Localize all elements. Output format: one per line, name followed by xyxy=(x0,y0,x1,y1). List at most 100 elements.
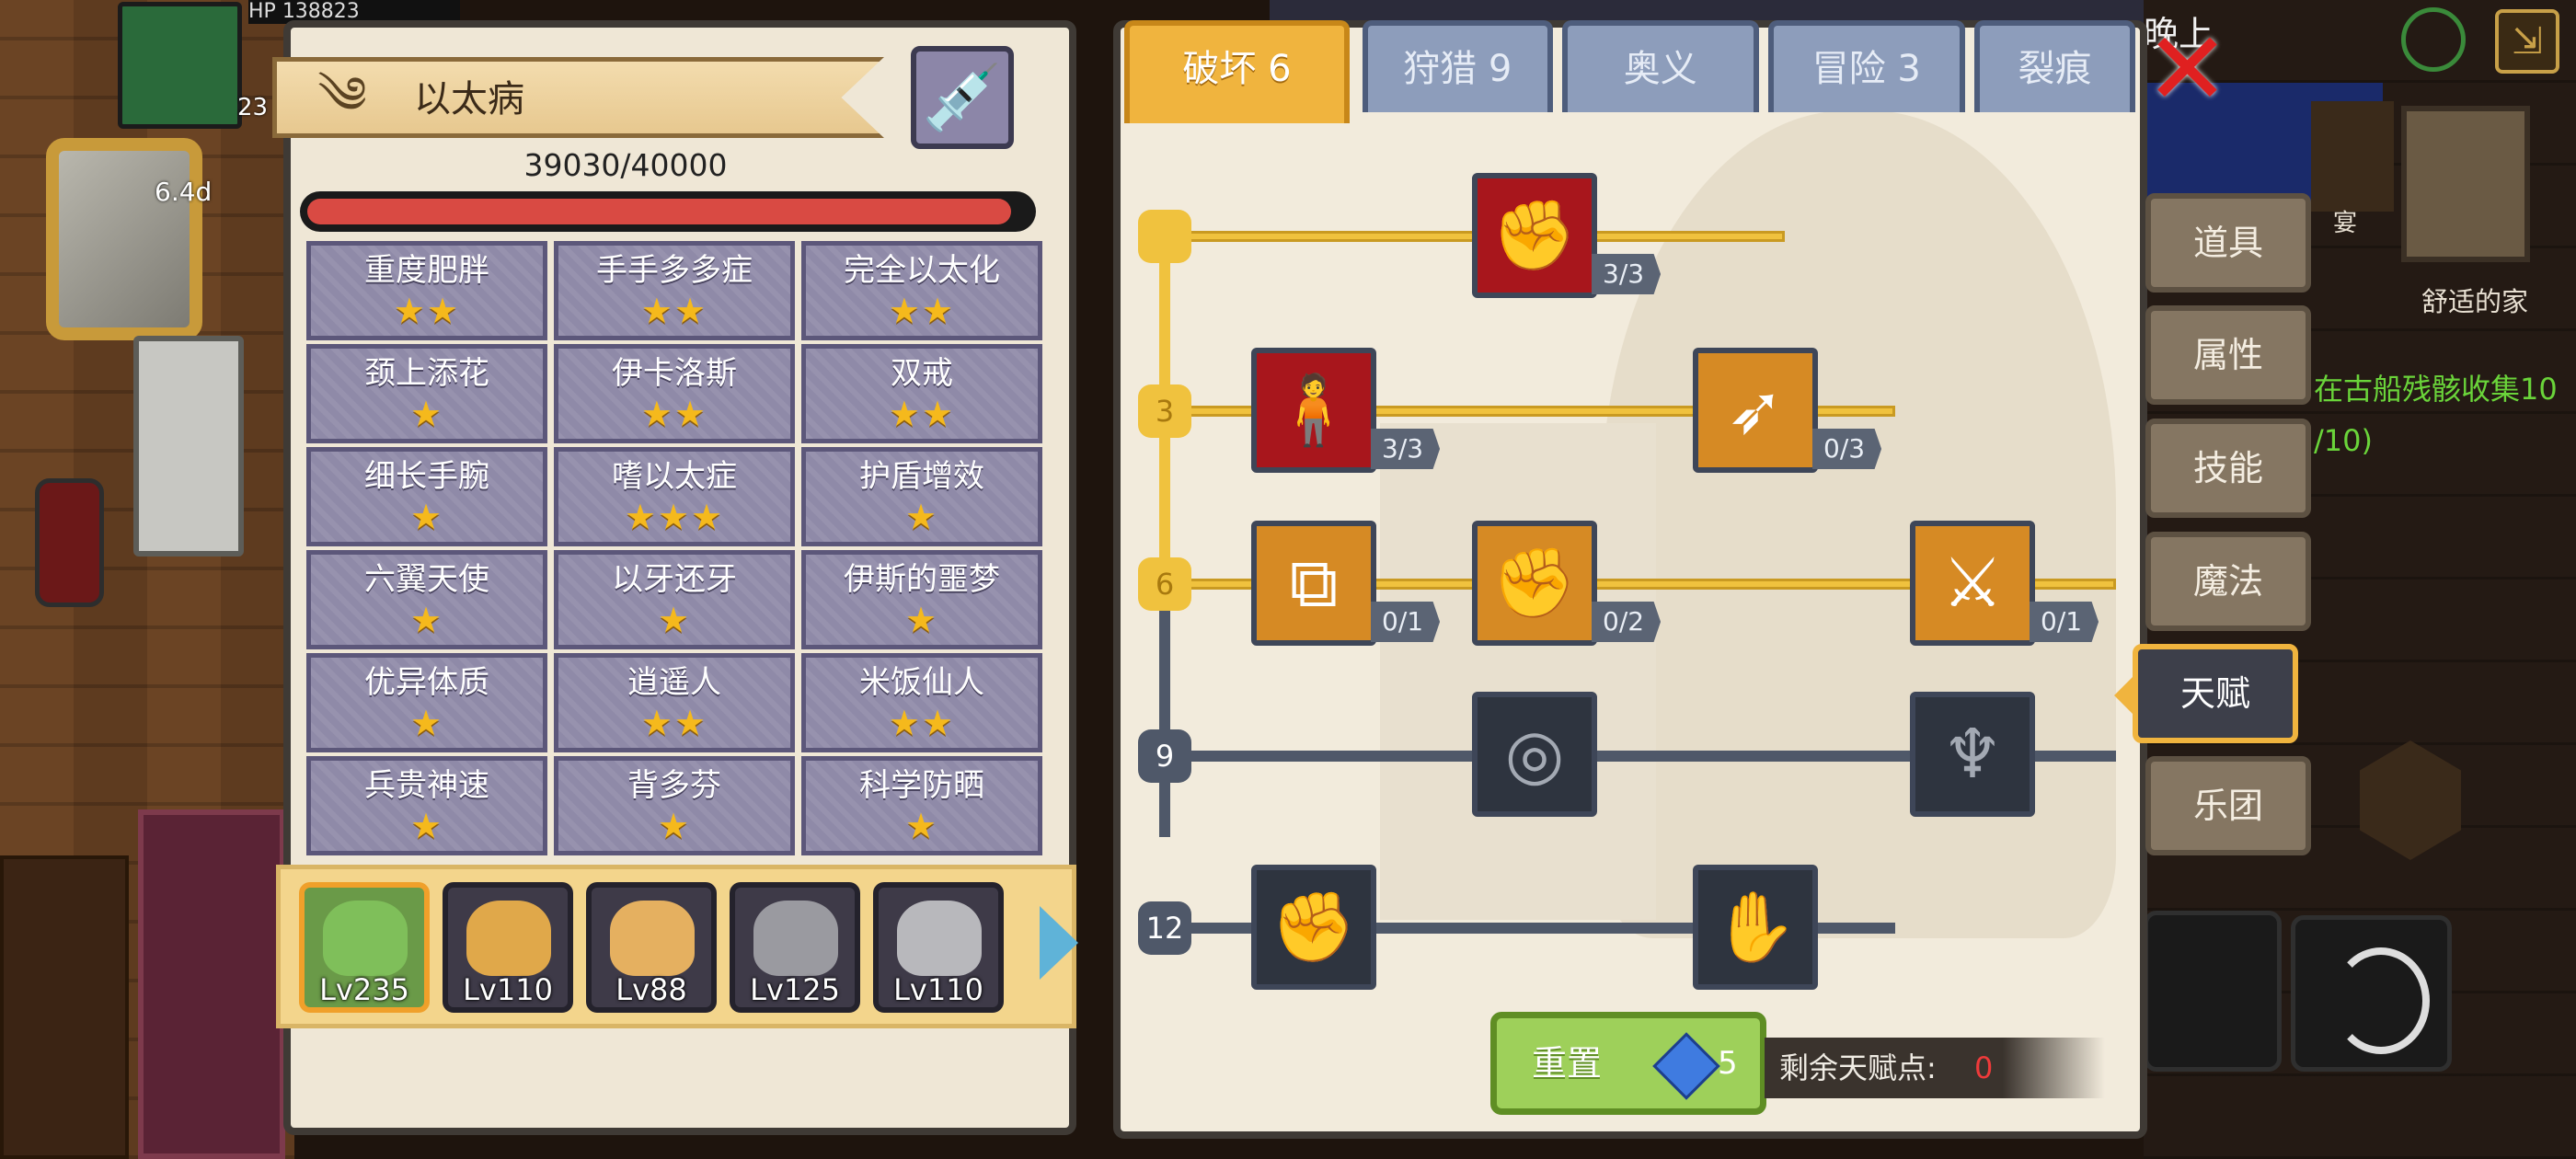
ripple-icon: ◎ xyxy=(1504,715,1565,794)
disease-title: 以太病 xyxy=(414,78,524,120)
talent-bat-wing[interactable]: ♆ xyxy=(1910,692,2035,817)
diamond-icon xyxy=(1652,1032,1720,1100)
bow-skill-button[interactable] xyxy=(2291,915,2452,1072)
tier-node-9: 9 xyxy=(1138,729,1191,783)
hero-level: Lv110 xyxy=(463,972,553,1007)
globe-icon[interactable] xyxy=(2401,7,2466,72)
talent-punch[interactable]: ✊ xyxy=(1472,521,1597,646)
syringe-button[interactable]: 💉 xyxy=(911,46,1014,149)
trait-card[interactable]: 嗜以太症 ★★★ xyxy=(554,447,795,546)
talent-tree: 3 6 9 12 ✊ 3/3 🧍 3/3 ➶ 0/3 ⧉ 0/1 ✊ 0/2 ⚔… xyxy=(1121,138,2144,1021)
reset-cost: 5 xyxy=(1718,1045,1738,1082)
talent-hand-grab[interactable]: ✋ xyxy=(1693,865,1818,990)
trait-name: 科学防晒 xyxy=(859,767,984,804)
trait-card[interactable]: 伊卡洛斯 ★★ xyxy=(554,344,795,443)
bow-icon xyxy=(2332,947,2430,1054)
trait-card[interactable]: 护盾增效 ★ xyxy=(801,447,1042,546)
star-icon: ★ xyxy=(904,806,939,846)
tier-node-3: 3 xyxy=(1138,384,1191,438)
hero-portrait[interactable]: Lv88 xyxy=(586,882,717,1013)
talent-ripple[interactable]: ◎ xyxy=(1472,692,1597,817)
talent-points-label: 剩余天赋点: xyxy=(1779,1050,1937,1085)
trait-card[interactable]: 双戒 ★★ xyxy=(801,344,1042,443)
reset-talents-button[interactable]: 重置 5 xyxy=(1490,1012,1766,1115)
reset-label: 重置 xyxy=(1532,1043,1603,1084)
talent-fist[interactable]: ✊ xyxy=(1251,865,1376,990)
shelf-decoration xyxy=(0,855,129,1159)
trait-grid: 重度肥胖 ★★ 手手多多症 ★★ 完全以太化 ★★ 颈上添花 ★ 伊卡洛斯 ★★ 双戒 ★★ 细长手腕 ★… xyxy=(306,241,1042,857)
star-icon: ★ xyxy=(409,497,444,537)
exp-value: 6.4d xyxy=(155,177,213,207)
quest-tracker-text[interactable]: 在古船残骸收集10 /10) xyxy=(2314,363,2576,466)
arm-wrestle-icon: ✊ xyxy=(1491,196,1578,275)
arrow-hit-icon: ➶ xyxy=(1726,371,1784,450)
talent-points-value: 0 xyxy=(1974,1050,1994,1085)
lantern-decoration xyxy=(35,478,104,607)
tab-1[interactable]: 狩猎 9 xyxy=(1363,20,1553,112)
talent-count: 0/1 xyxy=(1371,602,1441,642)
trait-card[interactable]: 逍遥人 ★★ xyxy=(554,653,795,752)
home-map-icon[interactable] xyxy=(2401,106,2530,262)
exit-icon[interactable]: ⇲ xyxy=(2495,9,2559,74)
star-icon: ★★ xyxy=(888,703,956,743)
talent-count: 0/3 xyxy=(1812,429,1882,469)
star-icon: ★★ xyxy=(888,291,956,331)
talent-arm-wrestle[interactable]: ✊ xyxy=(1472,173,1597,298)
talent-tabs: 破坏 6 狩猎 9 奥义 冒险 3 裂痕 xyxy=(1124,20,2144,131)
trait-name: 颈上添花 xyxy=(364,355,489,392)
hero-portrait[interactable]: Lv235 xyxy=(299,882,430,1013)
close-icon[interactable]: ✕ xyxy=(2144,18,2231,120)
trait-name: 细长手腕 xyxy=(364,458,489,495)
star-icon: ★ xyxy=(409,703,444,743)
tab-3[interactable]: 冒险 3 xyxy=(1768,20,1965,112)
trait-card[interactable]: 兵贵神速 ★ xyxy=(306,756,547,855)
side-menu-item[interactable]: 技能 xyxy=(2145,419,2311,518)
star-icon: ★ xyxy=(904,600,939,640)
trait-card[interactable]: 背多芬 ★ xyxy=(554,756,795,855)
talent-muscle-body[interactable]: 🧍 xyxy=(1251,348,1376,473)
feast-label: 宴 xyxy=(2333,210,2358,237)
talent-card-slash[interactable]: ⧉ xyxy=(1251,521,1376,646)
side-menu-item[interactable]: 天赋 xyxy=(2133,644,2298,743)
trait-card[interactable]: 以牙还牙 ★ xyxy=(554,550,795,649)
side-menu-item[interactable]: 属性 xyxy=(2145,305,2311,405)
hero-portrait[interactable]: Lv125 xyxy=(730,882,860,1013)
feast-item[interactable] xyxy=(2311,101,2394,212)
sword-skill-button[interactable] xyxy=(2144,911,2282,1072)
trait-card[interactable]: 颈上添花 ★ xyxy=(306,344,547,443)
spine-locked xyxy=(1159,589,1170,837)
trait-name: 以牙还牙 xyxy=(612,561,737,598)
trait-card[interactable]: 六翼天使 ★ xyxy=(306,550,547,649)
trait-name: 逍遥人 xyxy=(627,664,721,701)
trait-card[interactable]: 手手多多症 ★★ xyxy=(554,241,795,340)
talent-arrow-hit[interactable]: ➶ xyxy=(1693,348,1818,473)
trait-card[interactable]: 重度肥胖 ★★ xyxy=(306,241,547,340)
star-icon: ★★ xyxy=(640,394,708,434)
hero-face xyxy=(897,901,982,976)
trait-card[interactable]: 完全以太化 ★★ xyxy=(801,241,1042,340)
disease-hp-fill xyxy=(307,199,1012,224)
next-arrow-icon[interactable] xyxy=(1040,906,1078,980)
hero-level: Lv110 xyxy=(893,972,983,1007)
side-menu-item[interactable]: 魔法 xyxy=(2145,532,2311,631)
star-icon: ★ xyxy=(409,394,444,434)
hero-portrait[interactable]: Lv110 xyxy=(443,882,573,1013)
hero-portrait[interactable]: Lv110 xyxy=(873,882,1004,1013)
trait-card[interactable]: 优异体质 ★ xyxy=(306,653,547,752)
trait-card[interactable]: 米饭仙人 ★★ xyxy=(801,653,1042,752)
active-marker-icon xyxy=(2114,673,2136,717)
star-icon: ★★ xyxy=(393,291,461,331)
trait-card[interactable]: 伊斯的噩梦 ★ xyxy=(801,550,1042,649)
player-avatar[interactable] xyxy=(118,2,242,129)
tab-0[interactable]: 破坏 6 xyxy=(1124,20,1350,123)
syringe-icon: 💉 xyxy=(922,60,1003,135)
trait-card[interactable]: 细长手腕 ★ xyxy=(306,447,547,546)
side-menu-item[interactable]: 道具 xyxy=(2145,193,2311,293)
talent-sword-slash[interactable]: ⚔ xyxy=(1910,521,2035,646)
tab-4[interactable]: 裂痕 xyxy=(1974,20,2135,112)
trait-card[interactable]: 科学防晒 ★ xyxy=(801,756,1042,855)
trait-name: 背多芬 xyxy=(627,767,721,804)
tab-2[interactable]: 奥义 xyxy=(1562,20,1759,112)
home-label: 舒适的家 xyxy=(2421,286,2528,317)
side-menu-item[interactable]: 乐团 xyxy=(2145,756,2311,855)
